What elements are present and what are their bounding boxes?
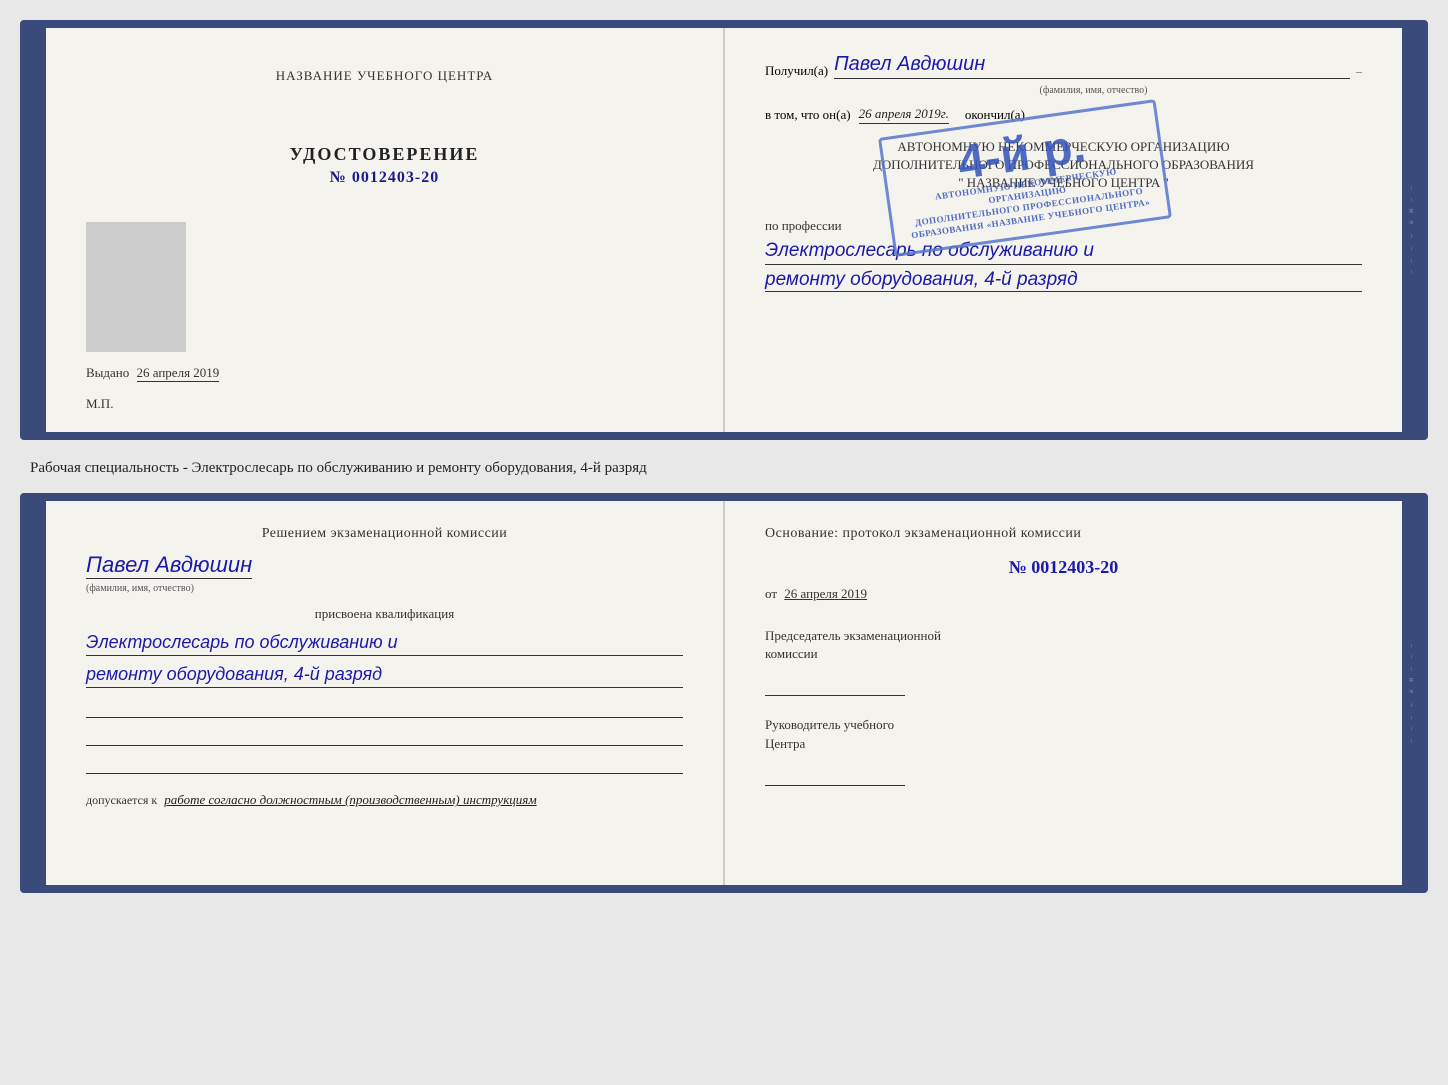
strip-dash-2: – — [1407, 198, 1415, 202]
chairman-title-line2: комиссии — [765, 646, 818, 661]
strip-b-arrow: ← — [1407, 701, 1415, 708]
date-prefix: в том, что он(а) — [765, 107, 851, 123]
strip-b-dash-1: – — [1407, 644, 1415, 648]
protocol-date-value: 26 апреля 2019 — [784, 586, 867, 601]
top-cert-right-page: Получил(а) Павел Авдюшин – (фамилия, имя… — [725, 28, 1402, 432]
strip-b-dash-4: – — [1407, 716, 1415, 720]
director-block: Руководитель учебного Центра — [765, 716, 1362, 785]
issued-date: 26 апреля 2019 — [137, 365, 220, 382]
issued-line: Выдано 26 апреля 2019 — [86, 365, 683, 382]
issued-label: Выдано — [86, 365, 129, 380]
chairman-signature-line — [765, 671, 905, 696]
cert-type-label: УДОСТОВЕРЕНИЕ — [290, 144, 480, 165]
mp-label: М.П. — [86, 396, 113, 412]
center-title-top: НАЗВАНИЕ УЧЕБНОГО ЦЕНТРА — [276, 68, 493, 84]
basis-title: Основание: протокол экзаменационной коми… — [765, 526, 1362, 542]
top-cert-left-page: НАЗВАНИЕ УЧЕБНОГО ЦЕНТРА УДОСТОВЕРЕНИЕ №… — [46, 28, 725, 432]
name-subtitle-top: (фамилия, имя, отчество) — [825, 85, 1362, 96]
cert-number-display: № 0012403-20 — [330, 169, 439, 187]
chairman-title: Председатель экзаменационной комиссии — [765, 627, 1362, 663]
cert-number-label: № — [330, 169, 347, 186]
assigned-label: присвоена квалификация — [86, 606, 683, 622]
blank-line-2 — [86, 726, 683, 746]
strip-dash-4: – — [1407, 259, 1415, 263]
recipient-line: Получил(а) Павел Авдюшин – — [765, 53, 1362, 79]
dash-after-name: – — [1356, 64, 1362, 79]
director-signature-line — [765, 761, 905, 786]
date-value: 26 апреля 2019г. — [859, 106, 949, 124]
strip-b-dash-3: – — [1407, 667, 1415, 671]
page-container: НАЗВАНИЕ УЧЕБНОГО ЦЕНТРА УДОСТОВЕРЕНИЕ №… — [20, 20, 1428, 893]
chairman-block: Председатель экзаменационной комиссии — [765, 627, 1362, 696]
protocol-date: от 26 апреля 2019 — [765, 586, 1362, 602]
commission-title: Решением экзаменационной комиссии — [86, 526, 683, 542]
strip-i: и — [1407, 209, 1415, 213]
photo-placeholder — [86, 222, 186, 352]
strip-dash-1: – — [1407, 186, 1415, 190]
strip-dash-3: – — [1407, 247, 1415, 251]
protocol-number: № 0012403-20 — [765, 557, 1362, 578]
strip-b-dash-5: – — [1407, 727, 1415, 731]
bottom-person-name: Павел Авдюшин — [86, 552, 252, 579]
strip-b-a: а — [1407, 690, 1415, 693]
strip-dash-5: – — [1407, 270, 1415, 274]
bottom-name-subtitle: (фамилия, имя, отчество) — [86, 583, 683, 594]
allowed-label: допускается к работе согласно должностны… — [86, 792, 683, 808]
blank-line-3 — [86, 754, 683, 774]
bottom-certificate-booklet: Решением экзаменационной комиссии Павел … — [20, 493, 1428, 893]
strip-b-dash-6: – — [1407, 739, 1415, 743]
director-title-line1: Руководитель учебного — [765, 717, 894, 732]
strip-arrow: ← — [1407, 232, 1415, 239]
right-side-strip-top: – – и а ← – – – — [1402, 28, 1420, 432]
bottom-cert-right-page: Основание: протокол экзаменационной коми… — [725, 501, 1402, 885]
director-title: Руководитель учебного Центра — [765, 716, 1362, 752]
director-title-line2: Центра — [765, 736, 805, 751]
strip-b-dash-2: – — [1407, 655, 1415, 659]
profession-value-line2: ремонту оборудования, 4-й разряд — [765, 269, 1362, 292]
qualification-line2: ремонту оборудования, 4-й разряд — [86, 662, 683, 688]
received-label: Получил(а) — [765, 63, 828, 79]
protocol-date-prefix: от — [765, 586, 777, 601]
left-spine-bottom — [28, 501, 46, 885]
bottom-person-name-wrapper: Павел Авдюшин — [86, 552, 683, 581]
strip-b-i: и — [1407, 678, 1415, 682]
right-side-strip-bottom: – – – и а ← – – – — [1402, 501, 1420, 885]
top-certificate-booklet: НАЗВАНИЕ УЧЕБНОГО ЦЕНТРА УДОСТОВЕРЕНИЕ №… — [20, 20, 1428, 440]
bottom-cert-left-page: Решением экзаменационной комиссии Павел … — [46, 501, 725, 885]
allowed-prefix: допускается к — [86, 793, 157, 807]
strip-a: а — [1407, 221, 1415, 224]
blank-line-1 — [86, 698, 683, 718]
allowed-value: работе согласно должностным (производств… — [164, 792, 536, 807]
cert-number-value: 0012403-20 — [352, 169, 439, 186]
between-specialty-label: Рабочая специальность - Электрослесарь п… — [20, 450, 1428, 483]
recipient-name: Павел Авдюшин — [834, 53, 1350, 79]
left-spine-top — [28, 28, 46, 432]
profession-value-line1: Электрослесарь по обслуживанию и — [765, 238, 1362, 266]
qualification-line1: Электрослесарь по обслуживанию и — [86, 630, 683, 656]
chairman-title-line1: Председатель экзаменационной — [765, 628, 941, 643]
